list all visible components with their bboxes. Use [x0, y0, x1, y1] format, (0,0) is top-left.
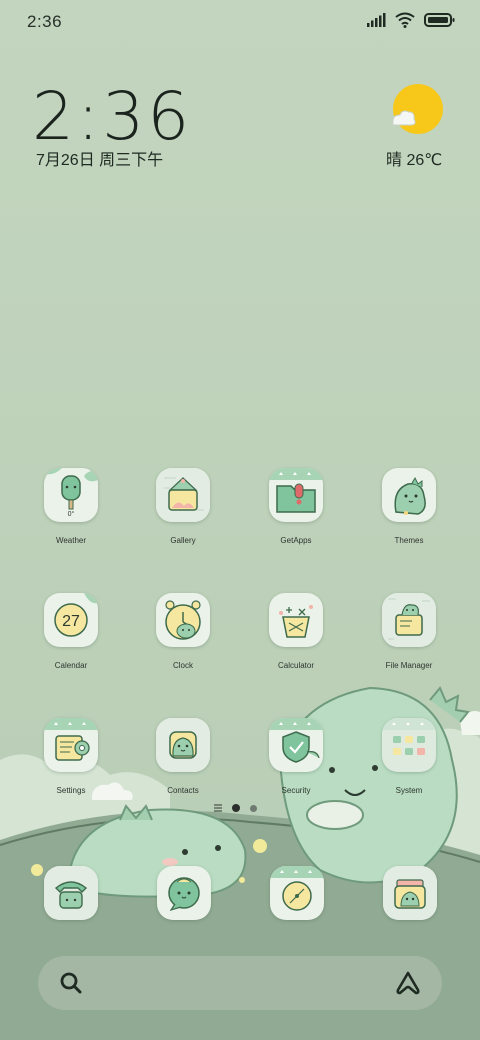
assistant-icon[interactable]: [394, 970, 422, 996]
app-calendar[interactable]: 27 Calendar: [19, 593, 123, 670]
page-menu-icon[interactable]: [214, 804, 222, 812]
calculator-icon: [269, 593, 323, 647]
file-manager-icon: [382, 593, 436, 647]
sun-cloud-icon[interactable]: [388, 82, 448, 138]
search-bar[interactable]: [38, 956, 442, 1010]
contacts-icon: [156, 718, 210, 772]
dock-messages[interactable]: [157, 866, 211, 920]
app-label: System: [395, 786, 423, 795]
picture-frame-icon: [156, 468, 210, 522]
app-label: Weather: [55, 536, 87, 545]
app-file-manager[interactable]: File Manager: [357, 593, 461, 670]
popsicle-icon: 0°: [44, 468, 98, 522]
app-gallery[interactable]: Gallery: [131, 468, 235, 545]
folder-alert-icon: [269, 468, 323, 522]
app-label: File Manager: [385, 661, 433, 670]
app-security[interactable]: Security: [244, 718, 348, 795]
wifi-icon: [395, 12, 415, 28]
app-clock[interactable]: Clock: [131, 593, 235, 670]
signal-icon: [367, 13, 386, 27]
shield-check-icon: [269, 718, 323, 772]
app-themes[interactable]: Themes: [357, 468, 461, 545]
clock-widget-time[interactable]: 2:36: [32, 78, 192, 155]
dock-phone[interactable]: [44, 866, 98, 920]
status-icons: [366, 12, 456, 28]
app-settings[interactable]: Settings: [19, 718, 123, 795]
clock-widget-date[interactable]: 7月26日 周三下午: [36, 146, 163, 170]
settings-gear-icon: [44, 718, 98, 772]
system-folder-icon: [382, 718, 436, 772]
app-calculator[interactable]: Calculator: [244, 593, 348, 670]
app-getapps[interactable]: GetApps: [244, 468, 348, 545]
app-label: Clock: [172, 661, 193, 670]
dinosaur-icon: [382, 468, 436, 522]
app-system[interactable]: System: [357, 718, 461, 795]
phone-icon: [44, 866, 98, 920]
app-label: GetApps: [280, 536, 312, 545]
app-weather[interactable]: 0° Weather: [19, 468, 123, 545]
weather-widget-text[interactable]: 晴 26℃: [386, 146, 442, 170]
camera-icon: [383, 866, 437, 920]
compass-icon: [270, 866, 324, 920]
calendar-day-number: 27: [62, 613, 80, 630]
app-label: Themes: [394, 536, 424, 545]
status-bar: 2:36: [0, 0, 480, 44]
dock-browser[interactable]: [270, 866, 324, 920]
alarm-clock-icon: [156, 593, 210, 647]
chat-bubble-icon: [157, 866, 211, 920]
status-time: 2:36: [27, 12, 63, 31]
app-label: Settings: [56, 786, 86, 795]
app-label: Gallery: [170, 536, 196, 545]
page-dot[interactable]: [250, 804, 257, 812]
app-label: Calendar: [54, 661, 88, 670]
battery-icon: [424, 13, 455, 27]
search-icon[interactable]: [58, 970, 84, 996]
page-dot-active[interactable]: [232, 804, 240, 812]
app-label: Contacts: [167, 786, 199, 795]
app-label: Calculator: [277, 661, 314, 670]
app-contacts[interactable]: Contacts: [131, 718, 235, 795]
app-label: Security: [281, 786, 311, 795]
calendar-27-icon: 27: [44, 593, 98, 647]
page-indicator[interactable]: [214, 804, 257, 812]
weather-app-temp: 0°: [67, 511, 75, 518]
dock-camera[interactable]: [383, 866, 437, 920]
